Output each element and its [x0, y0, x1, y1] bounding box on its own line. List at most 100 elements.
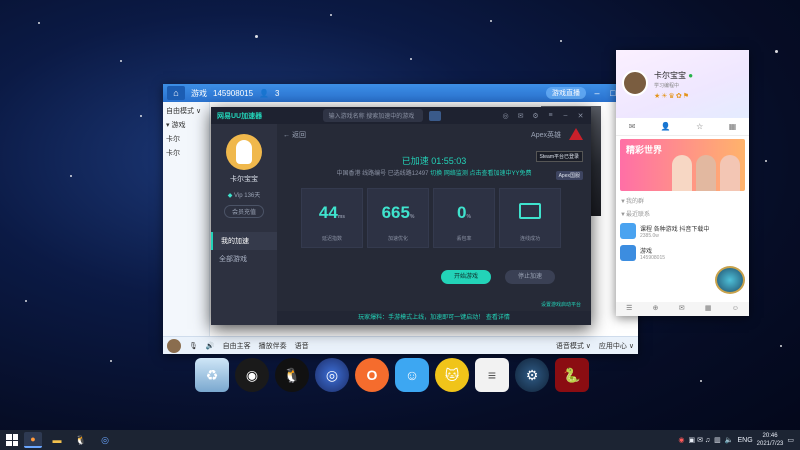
message-icon[interactable]: ✉ — [516, 112, 525, 120]
start-icon[interactable] — [6, 434, 18, 446]
profile-name: 卡尔宝宝 ● — [654, 71, 694, 80]
add-icon[interactable]: ⊕ — [653, 302, 659, 316]
news-ticker[interactable]: 玩家爆料：手游模式上线，加速即可一键启动！ 查看详情 — [277, 311, 591, 325]
latency-card: 44ms 延迟指数 — [301, 188, 363, 248]
user-name: 卡尔宝宝 — [230, 176, 258, 183]
avatar[interactable] — [167, 338, 181, 353]
taskbar-app-uu[interactable]: ◎ — [96, 432, 114, 448]
uu-accelerator-window: 网易UU加速器 输入游戏名称 搜索加速中的游戏 ◎ ✉ ⚙ ≡ – ✕ 卡尔宝宝… — [211, 107, 591, 325]
tray-red-icon[interactable]: ◉ — [678, 436, 684, 444]
language-indicator[interactable]: ENG — [738, 437, 753, 444]
close-icon[interactable]: ✕ — [576, 112, 585, 120]
tab-space[interactable]: ☆ — [696, 122, 703, 131]
route-info: 中国香港 线路编号 已选线路12497 切换 网络监测 点击查看加速中YY免费 — [336, 171, 532, 177]
accelerator-titlebar: 网易UU加速器 输入游戏名称 搜索加速中的游戏 ◎ ✉ ⚙ ≡ – ✕ — [211, 107, 591, 124]
vip-days: ◆ Vip 136天 — [227, 193, 261, 199]
live-pill[interactable]: 游戏直播 — [546, 87, 586, 99]
apps-icon[interactable]: ▦ — [705, 302, 712, 316]
optimization-card: 665% 加速优化 — [367, 188, 429, 248]
razer-icon[interactable]: 🐍 — [555, 358, 589, 392]
volume-icon[interactable]: 🔈 — [725, 436, 734, 444]
minimize-icon[interactable]: – — [561, 112, 570, 119]
member-item[interactable]: 卡尔 — [166, 148, 206, 158]
nav-all-games[interactable]: 全部游戏 — [211, 250, 277, 268]
uu-accelerator-icon[interactable]: ◎ — [315, 358, 349, 392]
bilibili-chat-icon[interactable]: ☺ — [395, 358, 429, 392]
tab-messages[interactable]: ✉ — [629, 122, 636, 131]
tab-contacts[interactable]: 👤 — [661, 122, 671, 131]
back-button[interactable]: ← 返回 — [283, 130, 306, 140]
recent-section[interactable]: ▼最近联系 — [616, 207, 749, 220]
member-item[interactable]: 卡尔 — [166, 134, 206, 144]
chat-id: 145908015 — [213, 88, 254, 98]
menu-icon[interactable]: ≡ — [546, 112, 555, 119]
list-item[interactable]: 课程 各种游戏 抖音下载中 2385.0w — [616, 220, 749, 242]
list-item[interactable]: 游戏 145908015 — [616, 242, 749, 264]
tray-icons[interactable]: ▣ ✉ ♫ — [689, 436, 711, 444]
origin-icon[interactable]: O — [355, 358, 389, 392]
stats-row: 44ms 延迟指数 665% 加速优化 0% 丢包率 连线成功 — [301, 188, 561, 248]
stop-acceleration-button[interactable]: 停止加速 — [505, 270, 555, 284]
members-icon[interactable]: 👤 — [259, 89, 269, 98]
voice-label[interactable]: 语音 — [295, 341, 309, 351]
chat-tab-title[interactable]: 游戏 — [191, 88, 207, 99]
acceleration-timer: 已加速 01:55:03 — [401, 156, 467, 166]
connection-card: 连线成功 — [499, 188, 561, 248]
search-icon[interactable] — [428, 110, 441, 121]
minimize-icon[interactable]: – — [592, 88, 602, 98]
host-mode-label[interactable]: 自由主客 — [223, 341, 251, 351]
nav-my-acceleration[interactable]: 我的加速 — [211, 232, 277, 250]
chat-channel-list: 自由模式 ∨ ▾ 游戏 卡尔 卡尔 — [163, 102, 210, 336]
mail-icon[interactable]: ✉ — [679, 302, 685, 316]
home-icon[interactable]: ⌂ — [167, 86, 185, 100]
app-logo: 网易UU加速器 — [217, 112, 263, 120]
menu-icon[interactable]: ☰ — [626, 302, 632, 316]
mic-icon[interactable]: 🎙 — [189, 342, 198, 350]
connection-icon — [519, 203, 541, 219]
taskbar-app-firefox[interactable]: ● — [24, 432, 42, 448]
document-icon[interactable]: ≡ — [475, 358, 509, 392]
notification-icon[interactable]: ▭ — [787, 436, 794, 444]
start-game-button[interactable]: 开始游戏 — [441, 270, 491, 284]
panel-footer: ☰ ⊕ ✉ ▦ ☺ — [616, 302, 749, 316]
promo-banner[interactable]: 精彩世界 — [620, 139, 745, 191]
desktop-dock: ♻ ◉ 🐧 ◎ O ☺ 🐱 ≡ ⚙ 🐍 — [195, 358, 589, 392]
network-monitor-link[interactable]: 网络监测 — [444, 171, 468, 177]
panel-tabs: ✉ 👤 ☆ ▦ — [616, 118, 749, 136]
search-input[interactable]: 输入游戏名称 搜索加速中的游戏 — [322, 109, 423, 122]
smile-icon[interactable]: ☺ — [732, 302, 739, 316]
chat-bottom-toolbar: 🎙 🔊 自由主客 播放伴奏 语音 语音模式 ∨ 应用中心 ∨ — [163, 336, 638, 354]
app-center-dropdown[interactable]: 应用中心 ∨ — [599, 341, 634, 351]
launch-platform-link[interactable]: 设置游戏启动平台 — [541, 301, 581, 308]
clock[interactable]: 20:46 2021/7/23 — [757, 432, 784, 448]
gamepad-icon[interactable]: ◎ — [501, 112, 510, 120]
taskbar-app-qq[interactable]: 🐧 — [72, 432, 90, 448]
volume-icon[interactable]: 🔊 — [206, 342, 215, 350]
chat-titlebar: ⌂ 游戏 145908015 👤 3 游戏直播 – □ ✕ — [163, 84, 638, 102]
my-groups-section[interactable]: ▼我的群 — [616, 194, 749, 207]
steam-icon[interactable]: ⚙ — [515, 358, 549, 392]
switch-link[interactable]: 切换 — [430, 171, 442, 177]
status-icons: ★☀♛✿⚑ — [654, 93, 690, 100]
signature[interactable]: 学习编程中 — [654, 82, 679, 89]
settings-icon[interactable]: ⚙ — [531, 112, 540, 120]
obs-studio-icon[interactable]: ◉ — [235, 358, 269, 392]
channel-game[interactable]: ▾ 游戏 — [166, 120, 206, 130]
mode-selector[interactable]: 自由模式 ∨ — [166, 106, 206, 116]
avatar[interactable] — [226, 134, 262, 170]
network-icon[interactable]: ▥ — [714, 436, 721, 444]
yy-free-link[interactable]: 点击查看加速中YY免费 — [470, 171, 532, 177]
yy-cat-icon[interactable]: 🐱 — [435, 358, 469, 392]
taskbar-app-folder[interactable]: ▬ — [48, 432, 66, 448]
game-name: Apex英雄 — [531, 132, 561, 139]
vip-recharge-button[interactable]: 会员充值 — [224, 205, 264, 218]
tab-apps[interactable]: ▦ — [729, 122, 737, 131]
voice-mode-dropdown[interactable]: 语音模式 ∨ — [556, 341, 591, 351]
game-rank-icon[interactable] — [715, 266, 745, 294]
music-label[interactable]: 播放伴奏 — [259, 341, 287, 351]
avatar[interactable] — [622, 70, 648, 96]
recycle-bin-icon[interactable]: ♻ — [195, 358, 229, 392]
profile-header: 卡尔宝宝 ● 学习编程中 ★☀♛✿⚑ — [616, 50, 749, 118]
qq-penguin-icon[interactable]: 🐧 — [275, 358, 309, 392]
packet-loss-card: 0% 丢包率 — [433, 188, 495, 248]
